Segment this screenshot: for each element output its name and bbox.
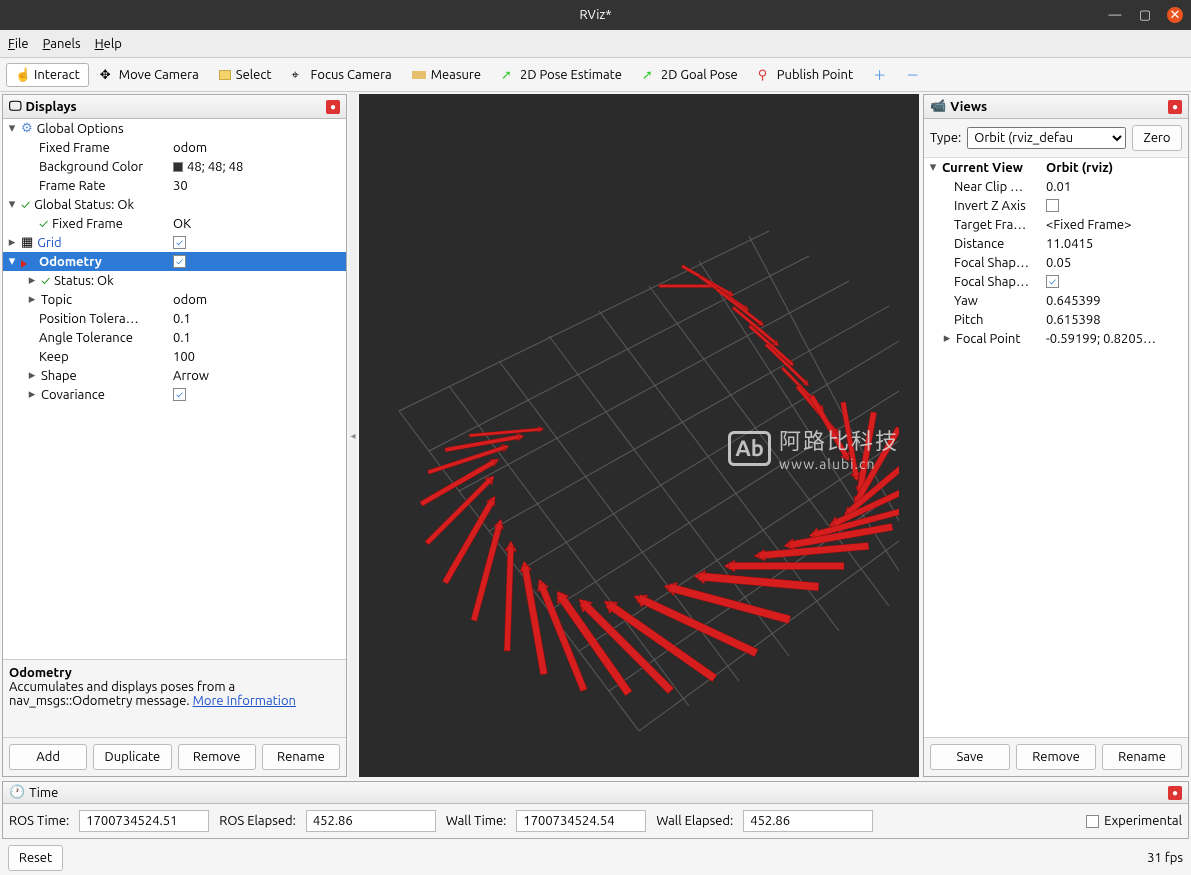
views-panel: 📹 Views ● Type: Orbit (rviz_defau Zero ▾C…	[923, 94, 1189, 777]
view-type-select[interactable]: Orbit (rviz_defau	[967, 127, 1126, 149]
ros-time-label: ROS Time:	[9, 814, 69, 828]
grid-checkbox[interactable]: ✓	[173, 236, 186, 249]
minimize-icon[interactable]: —	[1107, 7, 1123, 23]
goal-pose-button[interactable]: ➚2D Goal Pose	[633, 63, 747, 87]
interact-button[interactable]: ☝Interact	[6, 63, 89, 87]
grid-icon: ▦	[21, 235, 33, 250]
menu-panels[interactable]: Panels	[43, 37, 81, 51]
minus-icon: －	[906, 65, 919, 84]
focus-camera-button[interactable]: ⌖Focus Camera	[283, 63, 401, 87]
focal-shape-checkbox[interactable]: ✓	[1046, 275, 1059, 288]
interact-icon: ☝	[15, 68, 29, 82]
type-label: Type:	[930, 131, 961, 145]
window-titlebar: RViz* — ▢ ✕	[0, 0, 1191, 30]
splitter-left[interactable]	[349, 92, 357, 779]
pose-estimate-button[interactable]: ➚2D Pose Estimate	[492, 63, 631, 87]
wall-elapsed-label: Wall Elapsed:	[656, 814, 733, 828]
close-panel-icon[interactable]: ●	[326, 100, 340, 114]
clock-icon: 🕐	[9, 785, 25, 800]
toolbar: ☝Interact ✥Move Camera Select ⌖Focus Cam…	[0, 58, 1191, 92]
close-panel-icon[interactable]: ●	[1168, 786, 1182, 800]
publish-point-button[interactable]: ⚲Publish Point	[749, 63, 862, 87]
reset-button[interactable]: Reset	[8, 845, 63, 871]
check-icon: ✓	[41, 274, 50, 288]
maximize-icon[interactable]: ▢	[1137, 7, 1153, 23]
ros-time-field[interactable]	[79, 810, 209, 832]
save-view-button[interactable]: Save	[930, 744, 1010, 770]
add-tool-button[interactable]: ＋	[864, 60, 895, 89]
more-info-link[interactable]: More Information	[193, 694, 296, 708]
watermark: Ab 阿路比科技www.alubi.cn	[728, 424, 899, 472]
odometry-icon	[21, 257, 35, 267]
status-bar: Reset 31 fps	[0, 841, 1191, 875]
ros-elapsed-label: ROS Elapsed:	[219, 814, 296, 828]
measure-button[interactable]: Measure	[403, 63, 490, 87]
displays-icon: 🖵	[9, 99, 22, 114]
experimental-checkbox[interactable]: Experimental	[1086, 814, 1182, 828]
time-panel: 🕐Time ● ROS Time: ROS Elapsed: Wall Time…	[2, 781, 1189, 839]
move-camera-button[interactable]: ✥Move Camera	[91, 63, 208, 87]
remove-tool-button[interactable]: －	[897, 60, 928, 89]
displays-tree[interactable]: ▾⚙Global Options Fixed Frameodom Backgro…	[3, 119, 346, 659]
covariance-checkbox[interactable]: ✓	[173, 388, 186, 401]
arrow-green-icon: ➚	[501, 68, 515, 82]
zero-button[interactable]: Zero	[1132, 125, 1182, 151]
measure-icon	[412, 71, 426, 79]
displays-title: Displays	[26, 100, 77, 114]
displays-panel: 🖵 Displays ● ▾⚙Global Options Fixed Frame…	[2, 94, 347, 777]
views-tree[interactable]: ▾Current ViewOrbit (rviz) Near Clip …0.0…	[924, 158, 1188, 737]
pin-icon: ⚲	[758, 68, 772, 82]
close-panel-icon[interactable]: ●	[1168, 100, 1182, 114]
fps-label: 31 fps	[1147, 851, 1183, 865]
odometry-display[interactable]: ▾Odometry✓	[3, 252, 346, 271]
ros-elapsed-field[interactable]	[306, 810, 436, 832]
select-button[interactable]: Select	[210, 63, 281, 87]
duplicate-button[interactable]: Duplicate	[93, 744, 171, 770]
rename-view-button[interactable]: Rename	[1102, 744, 1182, 770]
select-icon	[219, 70, 231, 80]
wall-elapsed-field[interactable]	[743, 810, 873, 832]
display-description: Odometry Accumulates and displays poses …	[3, 659, 346, 737]
invert-z-checkbox[interactable]	[1046, 199, 1059, 212]
odometry-checkbox[interactable]: ✓	[173, 255, 186, 268]
remove-view-button[interactable]: Remove	[1016, 744, 1096, 770]
window-title: RViz*	[579, 8, 611, 22]
views-icon: 📹	[930, 99, 946, 114]
focus-camera-icon: ⌖	[292, 68, 306, 82]
wall-time-label: Wall Time:	[446, 814, 507, 828]
arrow-green-icon: ➚	[642, 68, 656, 82]
menubar: FFileile Panels Help	[0, 30, 1191, 58]
check-icon: ✓	[39, 217, 48, 231]
wall-time-field[interactable]	[516, 810, 646, 832]
3d-viewport[interactable]: Ab 阿路比科技www.alubi.cn	[359, 94, 919, 777]
color-swatch	[173, 162, 183, 172]
plus-icon: ＋	[873, 65, 886, 84]
close-icon[interactable]: ✕	[1167, 7, 1183, 23]
check-icon: ✓	[21, 198, 30, 212]
move-camera-icon: ✥	[100, 68, 114, 82]
menu-file[interactable]: FFileile	[8, 37, 29, 51]
menu-help[interactable]: Help	[95, 37, 122, 51]
gear-icon: ⚙	[21, 121, 33, 136]
rename-button[interactable]: Rename	[262, 744, 340, 770]
add-button[interactable]: Add	[9, 744, 87, 770]
views-title: Views	[950, 100, 987, 114]
remove-button[interactable]: Remove	[178, 744, 256, 770]
